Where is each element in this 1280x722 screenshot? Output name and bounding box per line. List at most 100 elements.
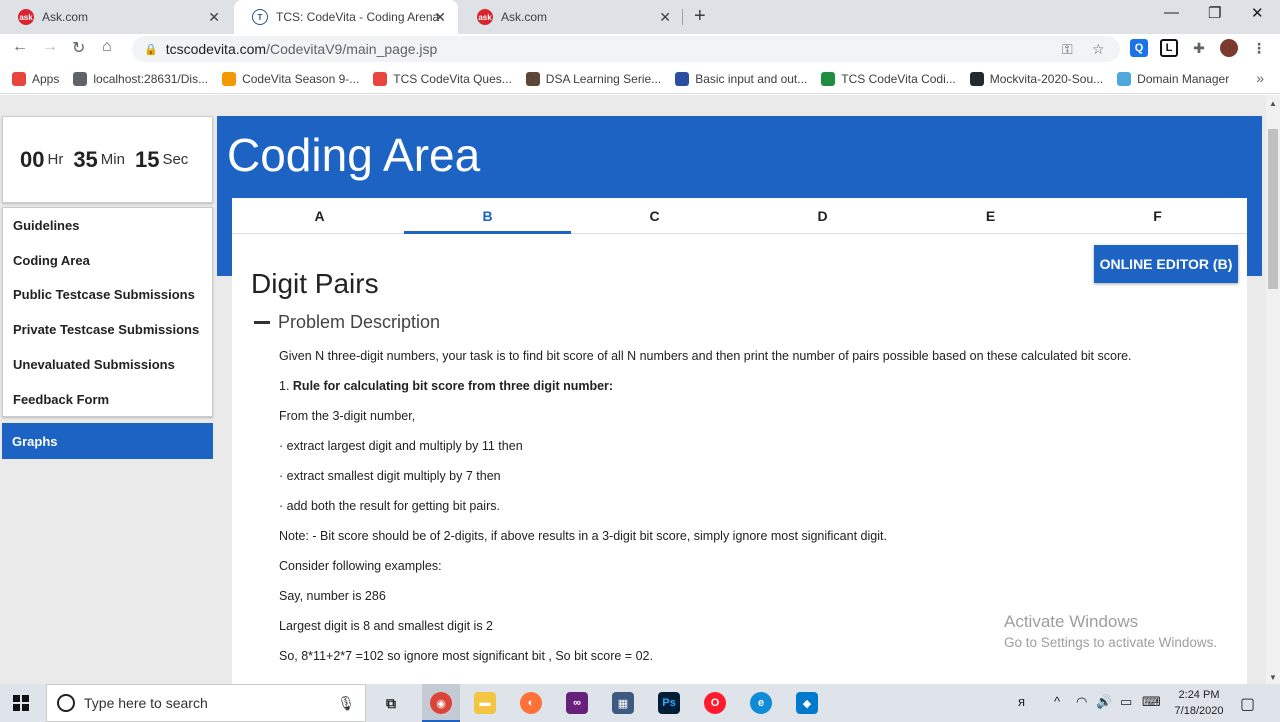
sidebar-nav: Guidelines Coding Area Public Testcase S… — [2, 207, 213, 417]
search-extension-icon[interactable]: Q — [1130, 39, 1148, 57]
activate-windows-watermark: Activate Windows Go to Settings to activ… — [1004, 612, 1217, 650]
bookmark-item[interactable]: CodeVita Season 9-... — [222, 71, 359, 86]
key-icon[interactable]: ⚿ — [1062, 41, 1073, 58]
online-editor-button[interactable]: ONLINE EDITOR (B) — [1094, 245, 1238, 283]
problem-intro: Given N three-digit numbers, your task i… — [279, 349, 1132, 363]
photoshop-icon[interactable]: Ps — [658, 692, 680, 714]
browser-tab-strip: ask Ask.com ✕ T TCS: CodeVita - Coding A… — [0, 0, 1280, 34]
people-icon[interactable]: ᴙ — [1018, 694, 1025, 709]
edge-icon[interactable]: e — [750, 692, 772, 714]
tcs-favicon-icon: T — [252, 9, 268, 25]
bookmark-item[interactable]: Apps — [12, 71, 60, 86]
sidebar-item-coding-area[interactable]: Coding Area — [3, 243, 212, 278]
bookmark-item[interactable]: Domain Manager — [1117, 71, 1229, 86]
minimize-icon[interactable]: — — [1164, 4, 1179, 21]
microphone-icon[interactable]: 🎙 — [337, 695, 355, 712]
vscode-icon[interactable]: ◆ — [796, 692, 818, 714]
store-bag-icon[interactable]: ▦ — [612, 692, 634, 714]
address-bar[interactable]: 🔒 tcscodevita.com/CodevitaV9/main_page.j… — [132, 36, 1120, 62]
close-icon[interactable]: ✕ — [659, 9, 671, 26]
tab-problem-a[interactable]: A — [236, 198, 403, 234]
collapse-minus-icon[interactable] — [254, 321, 270, 324]
watermark-line2: Go to Settings to activate Windows. — [1004, 635, 1218, 650]
problem-description-toggle[interactable]: Problem Description — [254, 312, 440, 333]
notifications-icon[interactable]: ▢ — [1240, 694, 1255, 714]
opera-icon[interactable]: O — [704, 692, 726, 714]
tab-problem-d[interactable]: D — [739, 198, 906, 234]
back-arrow-icon[interactable]: ← — [12, 38, 28, 56]
geeks-icon — [675, 71, 690, 86]
description-line: Consider following examples: — [279, 559, 442, 573]
restore-icon[interactable]: ❐ — [1208, 4, 1221, 22]
bookmark-label: TCS CodeVita Ques... — [393, 71, 512, 86]
page-viewport: 00 Hr 35 Min 15 Sec Guidelines Coding Ar… — [0, 95, 1266, 684]
more-bookmarks-icon[interactable]: » — [1256, 70, 1264, 86]
sidebar-item-feedback-form[interactable]: Feedback Form — [3, 382, 212, 417]
home-icon[interactable]: ⌂ — [102, 38, 112, 56]
browser-tab-active[interactable]: T TCS: CodeVita - Coding Arena ✕ — [234, 0, 458, 34]
task-view-icon[interactable]: ⧉ — [380, 692, 402, 714]
window-close-icon[interactable]: ✕ — [1251, 4, 1264, 22]
tab-problem-c[interactable]: C — [571, 198, 738, 234]
show-hidden-icons-icon[interactable]: ^ — [1054, 694, 1060, 709]
windows-start-icon[interactable] — [13, 695, 29, 711]
forward-arrow-icon[interactable]: → — [42, 38, 58, 56]
cortana-circle-icon — [57, 694, 75, 712]
bookmark-label: Mockvita-2020-Sou... — [989, 71, 1104, 86]
lock-icon: 🔒 — [144, 43, 158, 56]
windows-taskbar: Type here to search 🎙 ⧉ ◉ ▬ ◐ ∞ ▦ Ps O e… — [0, 684, 1280, 722]
bookmark-label: Basic input and out... — [695, 71, 808, 86]
ask-favicon-icon: ask — [477, 9, 493, 25]
bookmark-item[interactable]: localhost:28631/Dis... — [73, 71, 208, 86]
rule-heading: Rule for calculating bit score from thre… — [292, 379, 614, 393]
tab-problem-b[interactable]: B — [404, 198, 571, 234]
tcs-icon — [373, 71, 388, 86]
chrome-icon[interactable]: ◉ — [430, 692, 452, 714]
volume-icon[interactable]: 🔊 — [1096, 694, 1112, 710]
bookmark-item[interactable]: TCS CodeVita Ques... — [373, 71, 512, 86]
browser-tab[interactable]: ask Ask.com ✕ — [0, 0, 232, 34]
scroll-up-arrow-icon[interactable]: ▲ — [1269, 99, 1277, 108]
browser-tab[interactable]: ask Ask.com ✕ — [459, 0, 683, 34]
reload-icon[interactable]: ↻ — [72, 38, 85, 58]
timer-minutes-unit: Min — [100, 151, 125, 168]
timer-seconds: 15 — [134, 146, 160, 172]
file-explorer-icon[interactable]: ▬ — [474, 692, 496, 714]
bookmark-label: Apps — [32, 71, 60, 86]
browser-tab-title: TCS: CodeVita - Coding Arena — [276, 10, 440, 24]
browser-tab-title: Ask.com — [501, 10, 548, 24]
bookmark-item[interactable]: DSA Learning Serie... — [525, 71, 661, 86]
keyboard-icon[interactable]: ⌨ — [1142, 694, 1161, 710]
kebab-menu-icon[interactable]: ⋮ — [1250, 39, 1268, 57]
bookmark-item[interactable]: TCS CodeVita Codi... — [821, 71, 956, 86]
page-scrollbar[interactable]: ▲ ▼ — [1266, 95, 1280, 684]
scroll-down-arrow-icon[interactable]: ▼ — [1269, 673, 1277, 682]
close-icon[interactable]: ✕ — [208, 9, 220, 26]
wifi-icon[interactable]: ◠ — [1076, 694, 1087, 710]
new-tab-plus-icon[interactable]: + — [694, 5, 706, 28]
tab-problem-f[interactable]: F — [1074, 198, 1241, 234]
sidebar-item-public-testcase-submissions[interactable]: Public Testcase Submissions — [3, 278, 212, 313]
tab-problem-e[interactable]: E — [907, 198, 1074, 234]
sidebar-item-private-testcase-submissions[interactable]: Private Testcase Submissions — [3, 312, 212, 347]
graphs-button[interactable]: Graphs — [2, 423, 213, 459]
profile-avatar[interactable] — [1220, 39, 1238, 57]
puzzle-extensions-icon[interactable]: ✚ — [1190, 39, 1208, 57]
taskbar-search-box[interactable]: Type here to search 🎙 — [46, 684, 366, 722]
globe-icon — [73, 71, 88, 86]
battery-icon[interactable]: ▭ — [1120, 694, 1132, 710]
clock-date: 7/18/2020 — [1174, 705, 1224, 717]
scrollbar-thumb[interactable] — [1268, 129, 1278, 289]
firefox-icon[interactable]: ◐ — [520, 692, 542, 714]
sidebar-item-unevaluated-submissions[interactable]: Unevaluated Submissions — [3, 347, 212, 382]
play-icon — [821, 71, 836, 86]
sidebar-item-guidelines[interactable]: Guidelines — [3, 208, 212, 243]
close-icon[interactable]: ✕ — [434, 9, 446, 26]
bookmark-item[interactable]: Mockvita-2020-Sou... — [969, 71, 1104, 86]
visual-studio-icon[interactable]: ∞ — [566, 692, 588, 714]
l-extension-icon[interactable]: L — [1160, 39, 1178, 57]
taskbar-clock[interactable]: 2:24 PM 7/18/2020 — [1170, 687, 1228, 719]
bookmark-item[interactable]: Basic input and out... — [675, 71, 808, 86]
star-icon[interactable]: ☆ — [1092, 41, 1105, 58]
domain-icon — [1117, 71, 1132, 86]
